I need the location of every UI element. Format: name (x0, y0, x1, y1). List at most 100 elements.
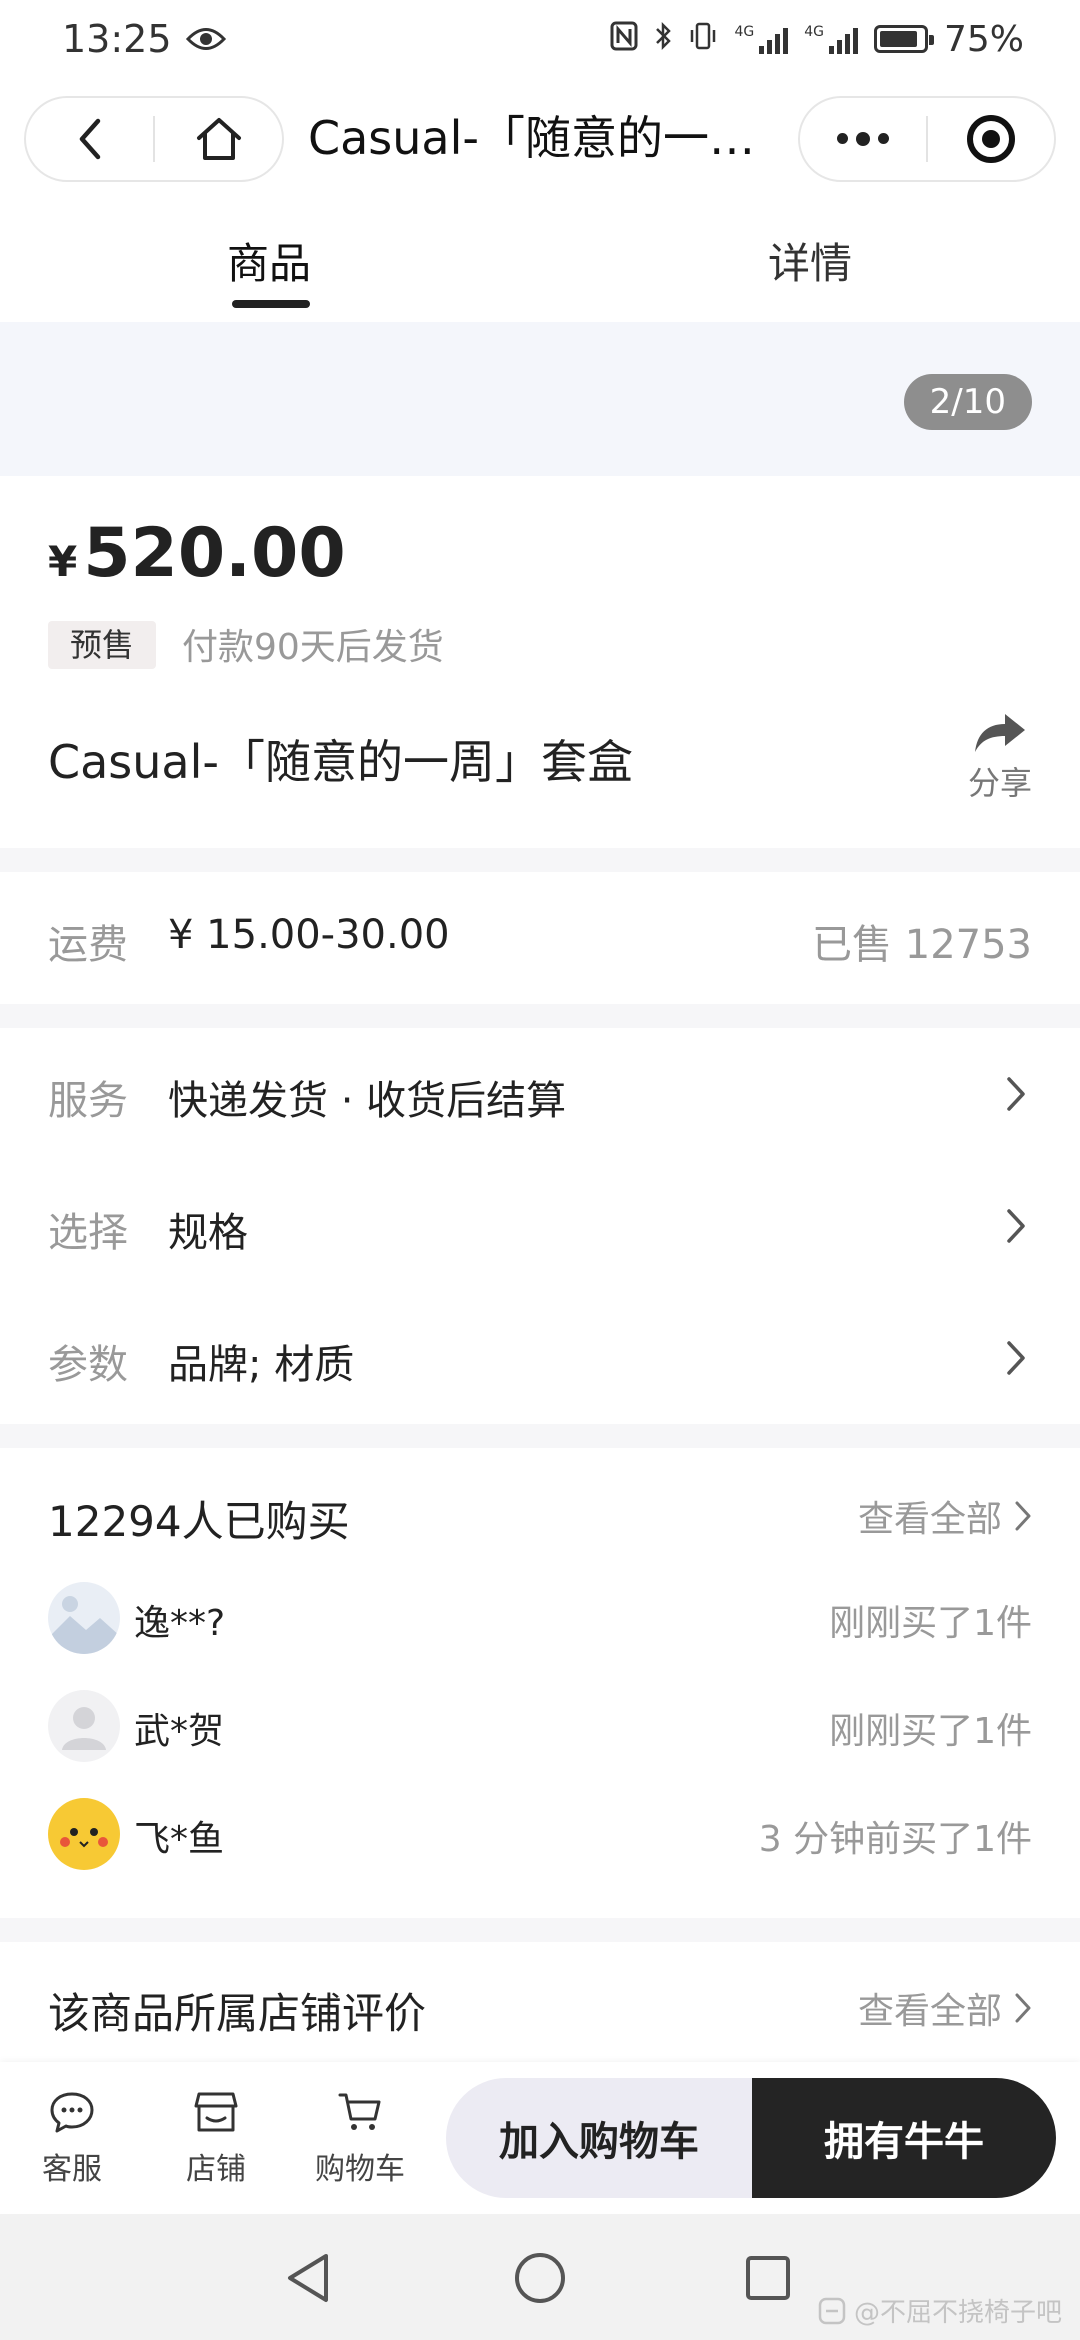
chevron-right-icon (1007, 1341, 1025, 1375)
buyers-title: 12294人已购买 (48, 1497, 350, 1546)
chevron-right-icon (1007, 1077, 1025, 1111)
battery-percent: 75% (943, 18, 1024, 60)
buyer-row: 武*贺 刚刚买了1件 (0, 1686, 1080, 1766)
reviews-title: 该商品所属店铺评价 (48, 1989, 427, 2038)
back-button[interactable] (26, 98, 153, 180)
chevron-right-icon (1007, 1209, 1025, 1243)
select-row[interactable]: 选择 规格 (0, 1160, 1080, 1292)
status-left: 13:25 (62, 17, 226, 61)
currency-symbol: ¥ (48, 537, 78, 586)
shopping-cart-icon (338, 2093, 381, 2130)
reviews-see-all-link[interactable]: 查看全部 (858, 1982, 1032, 2034)
square-recents-icon (746, 2256, 790, 2300)
tab-active-indicator (232, 300, 310, 308)
home-button[interactable] (155, 98, 282, 180)
product-title: Casual-「随意的一周」套盒 (48, 735, 633, 789)
share-label: 分享 (967, 764, 1032, 802)
shipping-value: ¥ 15.00-30.00 (168, 912, 450, 958)
cart-button[interactable]: 购物车 (300, 2090, 420, 2188)
tab-bar: 商品 详情 (0, 222, 1080, 322)
nav-bar: Casual-「随意的一… (0, 92, 1080, 188)
shipping-row: 运费 ¥ 15.00-30.00 已售 12753 (0, 872, 1080, 1004)
share-button[interactable]: 分享 (960, 712, 1040, 804)
buyer-name: 逸**? (134, 1603, 226, 1644)
store-icon (194, 2092, 238, 2132)
share-icon (975, 714, 1025, 752)
params-label: 参数 (48, 1342, 128, 1388)
chat-bubble-icon (50, 2092, 94, 2133)
customer-service-label: 客服 (42, 2152, 102, 2187)
target-icon (967, 115, 1015, 163)
bluetooth-icon (654, 19, 672, 60)
presale-badge: 预售 (48, 621, 156, 669)
price-value: 520.00 (83, 514, 346, 593)
service-row[interactable]: 服务 快递发货 · 收货后结算 (0, 1028, 1080, 1160)
store-label: 店铺 (186, 2152, 246, 2187)
sold-count: 已售 12753 (812, 922, 1032, 968)
bottom-action-bar: 客服 店铺 购物车 加入购物车 拥有牛牛 (0, 2062, 1080, 2214)
buyer-name: 飞*鱼 (134, 1819, 225, 1860)
battery-icon (873, 25, 934, 53)
system-recents-button[interactable] (738, 2248, 798, 2308)
section-divider (0, 1918, 1080, 1942)
nfc-icon (610, 19, 638, 60)
buyer-name: 武*贺 (134, 1711, 225, 1752)
product-gallery[interactable]: 2/10 (0, 322, 1080, 476)
buyer-time: 3 分钟前买了1件 (758, 1819, 1032, 1860)
page-title: Casual-「随意的一… (308, 111, 755, 165)
status-time: 13:25 (62, 17, 172, 61)
circle-home-icon (515, 2253, 565, 2303)
home-icon (196, 118, 241, 160)
more-button[interactable] (800, 98, 926, 180)
section-divider (0, 1424, 1080, 1448)
network-type-1: 4G (734, 24, 755, 40)
params-row[interactable]: 参数 品牌; 材质 (0, 1292, 1080, 1424)
close-miniprogram-button[interactable] (928, 98, 1054, 180)
buyers-see-all-link[interactable]: 查看全部 (858, 1490, 1032, 1542)
watermark-text: @不屈不挠椅子吧 (853, 2298, 1062, 2328)
avatar (48, 1798, 120, 1870)
buyer-time: 刚刚买了1件 (829, 1711, 1032, 1752)
price-card: ¥520.00 预售 付款90天后发货 Casual-「随意的一周」套盒 分享 (0, 476, 1080, 848)
watermark: @不屈不挠椅子吧 (818, 2292, 1062, 2329)
buy-now-button[interactable]: 拥有牛牛 (752, 2078, 1056, 2198)
back-arrow-icon (79, 118, 100, 160)
buyer-time: 刚刚买了1件 (829, 1603, 1032, 1644)
customer-service-button[interactable]: 客服 (12, 2090, 132, 2188)
system-back-button[interactable] (278, 2248, 338, 2308)
signal-icon-1: 4G (734, 24, 789, 54)
service-group: 服务 快递发货 · 收货后结算 选择 规格 参数 品牌; 材质 (0, 1028, 1080, 1424)
nav-capsule-right (798, 96, 1056, 182)
cart-label: 购物车 (315, 2152, 405, 2187)
status-bar: 13:25 4G 4G 75% (0, 0, 1080, 78)
system-home-button[interactable] (510, 2248, 570, 2308)
status-right: 4G 4G 75% (610, 19, 1024, 60)
vibrate-icon (688, 19, 718, 60)
select-value: 规格 (168, 1210, 248, 1256)
nav-capsule-left (24, 96, 284, 182)
add-to-cart-button[interactable]: 加入购物车 (446, 2078, 752, 2198)
tab-goods[interactable]: 商品 (227, 230, 311, 291)
chevron-right-icon (1015, 1993, 1031, 2023)
signal-icon-2: 4G (804, 24, 858, 54)
tab-detail[interactable]: 详情 (768, 230, 852, 291)
store-reviews-section: 该商品所属店铺评价 查看全部 (0, 1942, 1080, 2062)
see-all-label: 查看全部 (857, 1991, 1002, 2032)
more-dots-icon (837, 131, 889, 146)
buyers-section: 12294人已购买 查看全部 逸**? 刚刚买了1件 武*贺 刚刚买了1件 飞*… (0, 1448, 1080, 1918)
eye-icon (185, 17, 226, 61)
chevron-right-icon (1015, 1501, 1031, 1531)
store-button[interactable]: 店铺 (156, 2090, 276, 2188)
shipping-label: 运费 (48, 922, 128, 968)
select-label: 选择 (48, 1210, 128, 1256)
section-divider (0, 848, 1080, 872)
watermark-logo-icon (818, 2297, 846, 2324)
service-label: 服务 (48, 1078, 128, 1124)
avatar (48, 1582, 120, 1654)
triangle-back-icon (288, 2254, 328, 2302)
service-value: 快递发货 · 收货后结算 (168, 1078, 567, 1124)
presale-note: 付款90天后发货 (182, 627, 444, 668)
network-type-2: 4G (804, 24, 824, 40)
section-divider (0, 1004, 1080, 1028)
system-nav-bar: @不屈不挠椅子吧 (0, 2214, 1080, 2340)
